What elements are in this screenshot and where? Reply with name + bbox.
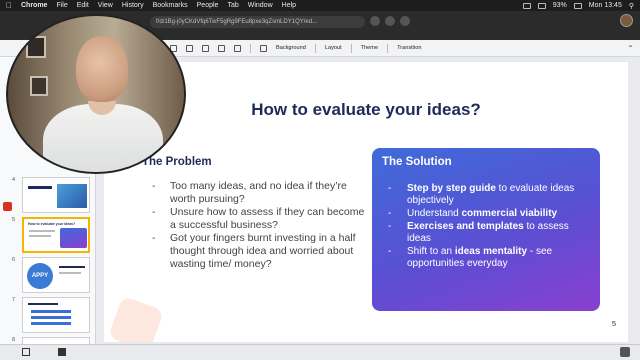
extension-icons: [370, 16, 410, 26]
solution-bold: Step by step guide: [407, 183, 496, 194]
line-icon[interactable]: [234, 44, 241, 52]
solution-bold: Exercises and templates: [407, 221, 524, 232]
status-area: 93% Mon 13:45 ⚲: [522, 2, 634, 10]
solution-box[interactable]: The Solution Step by step guide to evalu…: [372, 148, 600, 311]
list-item: Step by step guide to evaluate ideas obj…: [388, 183, 593, 207]
layout-button[interactable]: Layout: [325, 45, 342, 51]
thumb-number: 7: [12, 297, 16, 303]
explore-icon[interactable]: [620, 347, 630, 357]
bluetooth-icon[interactable]: [537, 2, 546, 9]
extension-icon[interactable]: [385, 16, 395, 26]
menu-app-name[interactable]: Chrome: [21, 2, 47, 9]
battery-icon[interactable]: [573, 2, 582, 9]
slide-thumbnail-4[interactable]: [22, 177, 90, 213]
list-item: Shift to an ideas mentality - see opport…: [388, 246, 593, 270]
thumb-line: [59, 266, 85, 268]
wifi-icon[interactable]: [522, 2, 531, 9]
menu-window[interactable]: Window: [248, 2, 273, 9]
clock[interactable]: Mon 13:45: [589, 2, 622, 9]
menu-edit[interactable]: Edit: [77, 2, 89, 9]
solution-heading: The Solution: [382, 156, 452, 168]
list-item: Got your fingers burnt investing in a ha…: [152, 232, 372, 271]
toolbar-divider: [250, 43, 251, 53]
textbox-icon[interactable]: [186, 44, 193, 52]
record-indicator-icon: [3, 202, 12, 211]
list-item: Unsure how to assess if they can become …: [152, 206, 372, 232]
problem-list[interactable]: Too many ideas, and no idea if they’re w…: [152, 180, 372, 271]
slide-thumbnail-5-selected[interactable]: How to evaluate your ideas?: [22, 217, 90, 253]
thumb-appy-logo: APPY: [27, 263, 53, 289]
extension-icon[interactable]: [370, 16, 380, 26]
thumb-bar: [31, 310, 71, 313]
menu-bookmarks[interactable]: Bookmarks: [153, 2, 188, 9]
chevron-up-icon[interactable]: ⌃: [627, 44, 634, 53]
solution-list: Step by step guide to evaluate ideas obj…: [388, 183, 593, 271]
thumb-title: How to evaluate your ideas?: [28, 222, 76, 226]
menu-tab[interactable]: Tab: [227, 2, 238, 9]
search-icon[interactable]: ⚲: [629, 2, 634, 10]
theme-button[interactable]: Theme: [361, 45, 378, 51]
background-button[interactable]: Background: [276, 45, 306, 51]
thumb-line: [59, 272, 81, 274]
toolbar-divider: [314, 43, 316, 53]
shape-icon[interactable]: [218, 44, 225, 52]
battery-percent[interactable]: 93%: [553, 2, 567, 9]
bottom-bar: [0, 344, 640, 360]
thumb-number: 6: [12, 257, 16, 263]
wall-picture: [30, 76, 48, 96]
thumb-bar: [31, 322, 71, 325]
thumb-number: 5: [12, 217, 16, 223]
solution-pre: Understand: [407, 208, 462, 219]
filmstrip-view-icon[interactable]: [58, 348, 66, 356]
thumb-number: 4: [12, 177, 16, 183]
thumb-solution-box: [60, 228, 87, 248]
presenter-head: [76, 36, 128, 102]
wall-picture: [26, 36, 46, 58]
slide-thumbnail-6[interactable]: APPY: [22, 257, 90, 293]
thumb-number: 8: [12, 337, 16, 343]
image-icon[interactable]: [202, 44, 209, 52]
menu-view[interactable]: View: [98, 2, 113, 9]
menu-people[interactable]: People: [197, 2, 219, 9]
macos-menu-bar:  Chrome File Edit View History Bookmark…: [0, 0, 640, 11]
comment-icon[interactable]: [260, 44, 267, 52]
solution-bold: ideas mentality: [454, 246, 528, 257]
thumb-line: [29, 235, 51, 237]
solution-bold: commercial viability: [461, 208, 558, 219]
toolbar-divider: [387, 43, 389, 53]
menu-file[interactable]: File: [56, 2, 67, 9]
extension-icon[interactable]: [400, 16, 410, 26]
toolbar-divider: [350, 43, 352, 53]
thumb-title-bar: [28, 186, 52, 189]
slide-number: 5: [611, 319, 616, 328]
profile-avatar[interactable]: [620, 14, 633, 27]
solution-pre: Shift to an: [407, 246, 455, 257]
decorative-shape: [107, 295, 165, 342]
thumb-line: [29, 230, 55, 232]
thumb-line: [28, 303, 58, 305]
thumb-bar: [31, 316, 71, 319]
apple-menu-icon[interactable]: : [6, 1, 12, 10]
menu-history[interactable]: History: [122, 2, 144, 9]
menu-help[interactable]: Help: [282, 2, 296, 9]
transition-button[interactable]: Transition: [397, 45, 421, 51]
slide-thumbnail-7[interactable]: [22, 297, 90, 333]
grid-view-icon[interactable]: [22, 348, 30, 356]
thumb-photo: [57, 184, 87, 208]
list-item: Understand commercial viability: [388, 208, 593, 220]
list-item: Exercises and templates to assess ideas: [388, 221, 593, 245]
webcam-overlay: [6, 14, 186, 174]
list-item: Too many ideas, and no idea if they’re w…: [152, 180, 372, 206]
